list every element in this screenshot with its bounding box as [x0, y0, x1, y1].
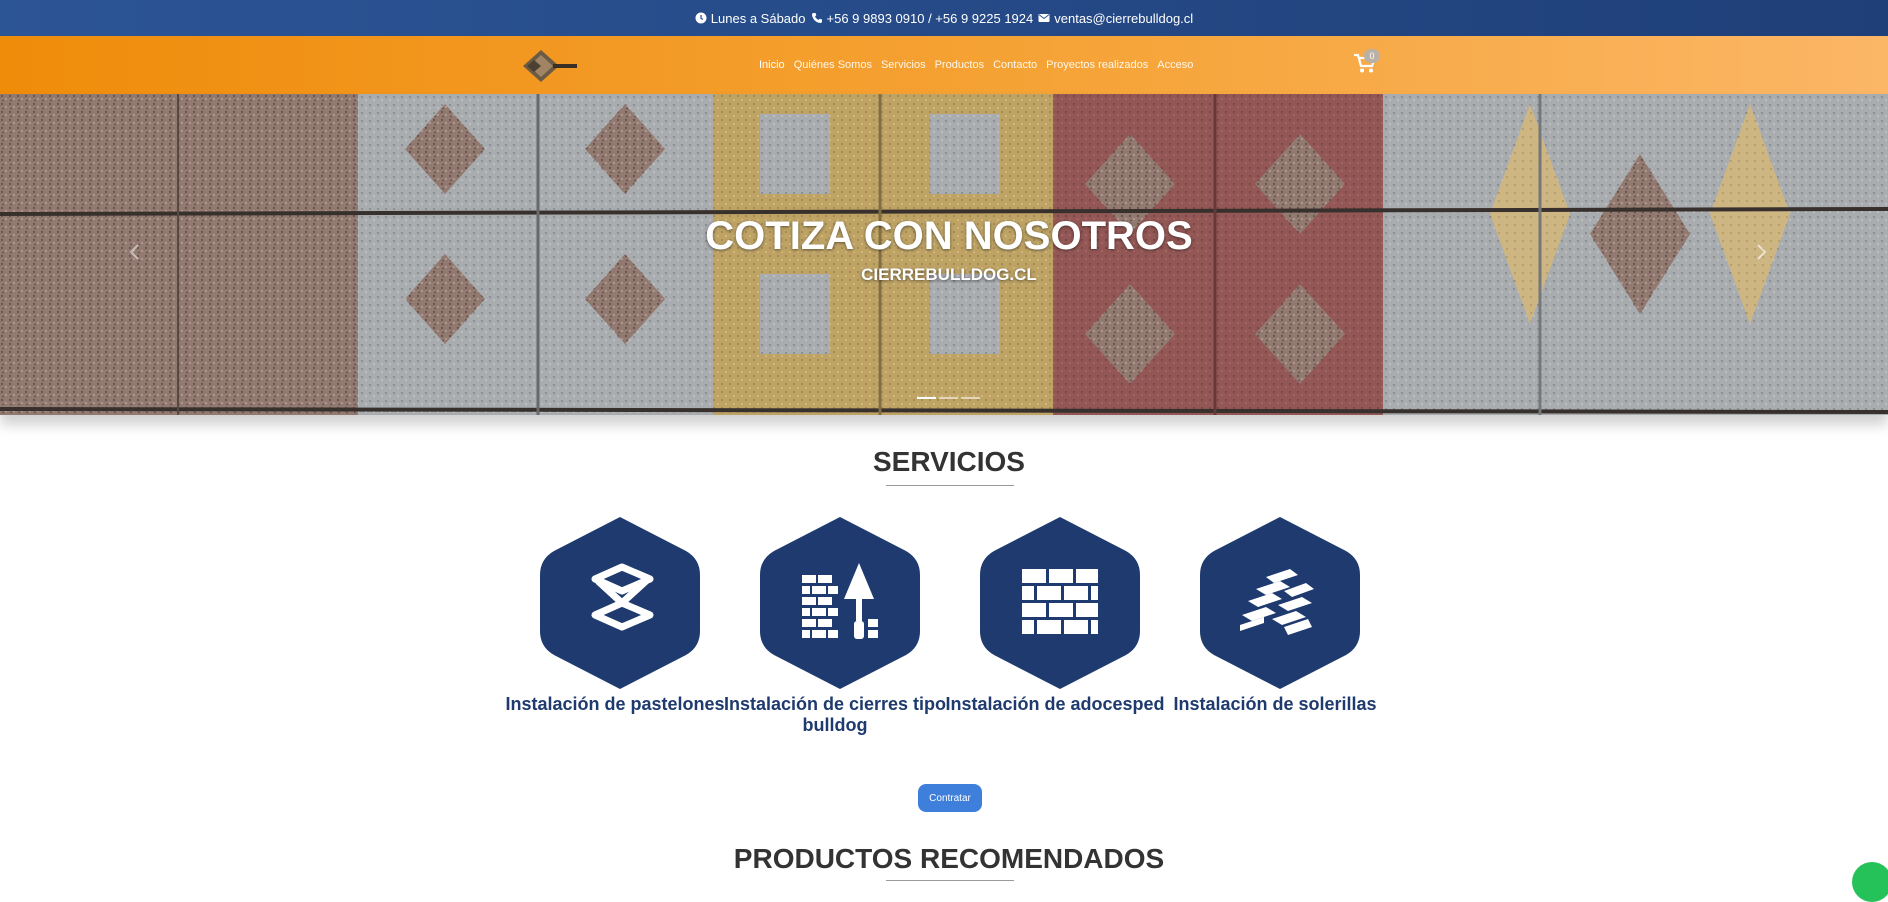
nav-item-acceso[interactable]: Acceso	[1157, 59, 1193, 71]
nav-item-contacto[interactable]: Contacto	[993, 59, 1037, 71]
products-title: PRODUCTOS RECOMENDADOS	[733, 843, 1165, 874]
services-divider	[886, 485, 1014, 486]
whatsapp-icon[interactable]	[1852, 862, 1888, 902]
envelope-icon	[1038, 14, 1050, 22]
carousel-indicator[interactable]	[961, 397, 980, 399]
hero-carousel: COTIZA CON NOSOTROS CIERREBULLDOG.CL	[0, 94, 1888, 415]
carousel-prev-icon[interactable]	[128, 244, 142, 260]
service-label[interactable]: Instalación de adocesped	[940, 694, 1170, 715]
nav-item-productos[interactable]: Productos	[935, 59, 985, 71]
email-text[interactable]: ventas@cierrebulldog.cl	[1054, 11, 1193, 26]
brand-logo[interactable]	[519, 46, 579, 86]
service-label[interactable]: Instalación de solerillas	[1160, 694, 1390, 715]
paver-icon	[540, 517, 700, 689]
nav-item-inicio[interactable]: Inicio	[759, 59, 785, 71]
nav-item-proyectos[interactable]: Proyectos realizados	[1046, 59, 1148, 71]
top-info-bar: Lunes a Sábado +56 9 9893 0910 / +56 9 9…	[0, 0, 1888, 36]
carousel-indicator[interactable]	[917, 397, 936, 399]
service-label[interactable]: Instalación de cierres tipo bulldog	[720, 694, 950, 736]
services-title: SERVICIOS	[873, 446, 1025, 477]
carousel-indicators	[917, 397, 980, 399]
hero-title: COTIZA CON NOSOTROS	[705, 214, 1193, 258]
nav-menu: Inicio Quiénes Somos Servicios Productos…	[759, 36, 1193, 94]
brick-wall-icon	[980, 517, 1140, 689]
phone-icon	[811, 13, 822, 23]
hours-item: Lunes a Sábado	[695, 11, 806, 26]
hero-subtitle: CIERREBULLDOG.CL	[861, 265, 1037, 284]
carousel-indicator[interactable]	[939, 397, 958, 399]
clock-icon	[695, 12, 707, 24]
carousel-next-icon[interactable]	[1754, 244, 1768, 260]
nav-item-quienes-somos[interactable]: Quiénes Somos	[794, 59, 872, 71]
main-navbar: Inicio Quiénes Somos Servicios Productos…	[0, 36, 1888, 94]
brick-stack-icon	[1200, 517, 1360, 689]
phone-text[interactable]: +56 9 9893 0910 / +56 9 9225 1924	[827, 11, 1034, 26]
nav-item-servicios[interactable]: Servicios	[881, 59, 926, 71]
service-label[interactable]: Instalación de pastelones	[500, 694, 730, 715]
email-item[interactable]: ventas@cierrebulldog.cl	[1038, 11, 1193, 26]
hours-text: Lunes a Sábado	[710, 10, 806, 26]
products-divider	[886, 880, 1014, 881]
contratar-button[interactable]: Contratar	[918, 784, 982, 812]
brick-wall-trowel-icon	[760, 517, 920, 689]
phone-item[interactable]: +56 9 9893 0910 / +56 9 9225 1924	[811, 11, 1034, 26]
cart-count-badge: 0	[1364, 49, 1380, 63]
